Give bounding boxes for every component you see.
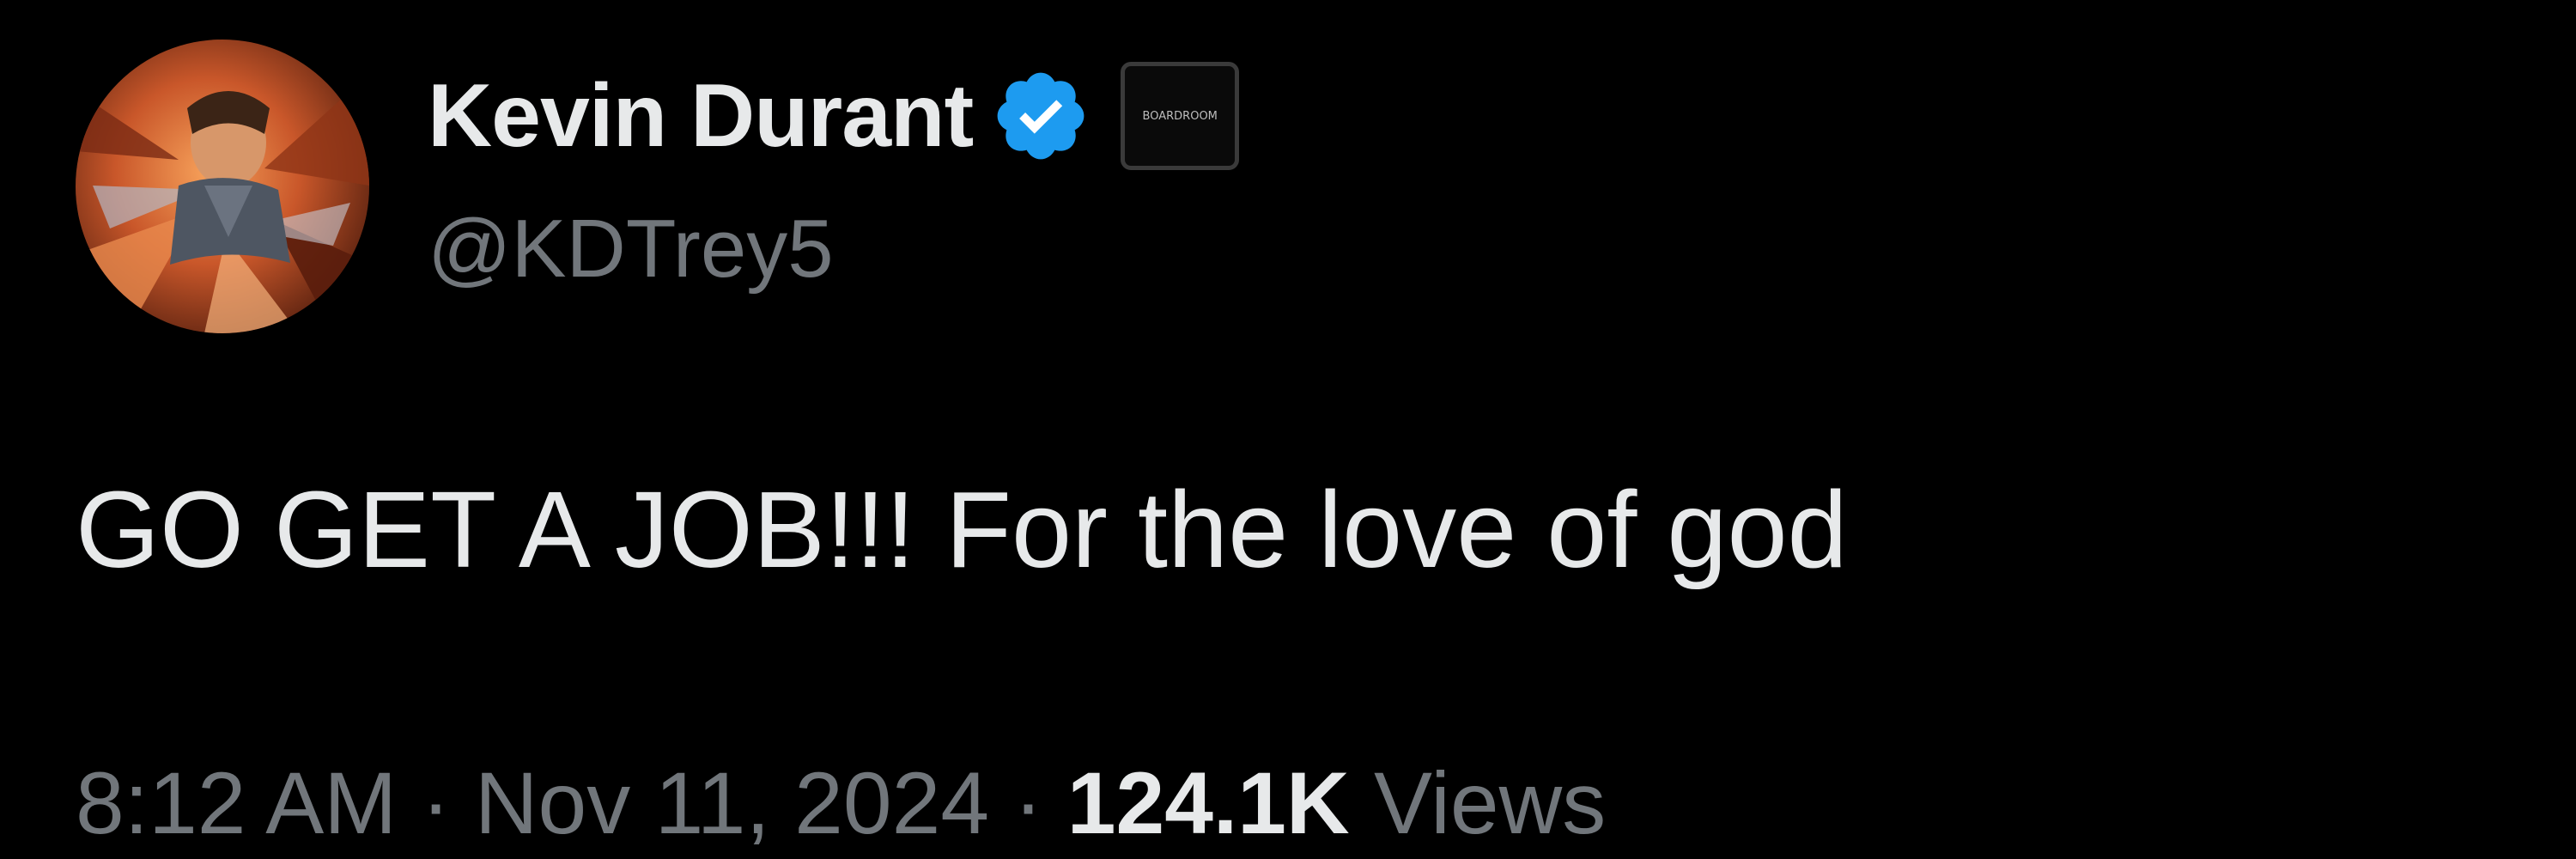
tweet-meta: 8:12 AM · Nov 11, 2024 · 124.1K Views xyxy=(76,759,1606,847)
tweet-time[interactable]: 8:12 AM xyxy=(76,754,397,852)
verified-badge-icon[interactable] xyxy=(990,65,1091,167)
meta-separator: · xyxy=(1013,754,1043,852)
tweet: Kevin Durant BOARDROOM @KDTrey5 GO GET A… xyxy=(0,0,2576,859)
avatar[interactable] xyxy=(76,40,369,333)
meta-separator: · xyxy=(421,754,451,852)
affiliation-badge[interactable]: BOARDROOM xyxy=(1121,62,1240,170)
avatar-image xyxy=(76,40,369,333)
affiliation-badge-text: BOARDROOM xyxy=(1142,109,1218,123)
author-handle[interactable]: @KDTrey5 xyxy=(428,208,834,290)
tweet-date[interactable]: Nov 11, 2024 xyxy=(475,754,989,852)
author-display-name[interactable]: Kevin Durant xyxy=(428,71,974,161)
views-label: Views xyxy=(1374,754,1607,852)
author-name-row: Kevin Durant BOARDROOM xyxy=(428,60,1240,172)
views-count[interactable]: 124.1K xyxy=(1067,754,1350,852)
tweet-text: GO GET A JOB!!! For the love of god xyxy=(76,469,1848,590)
